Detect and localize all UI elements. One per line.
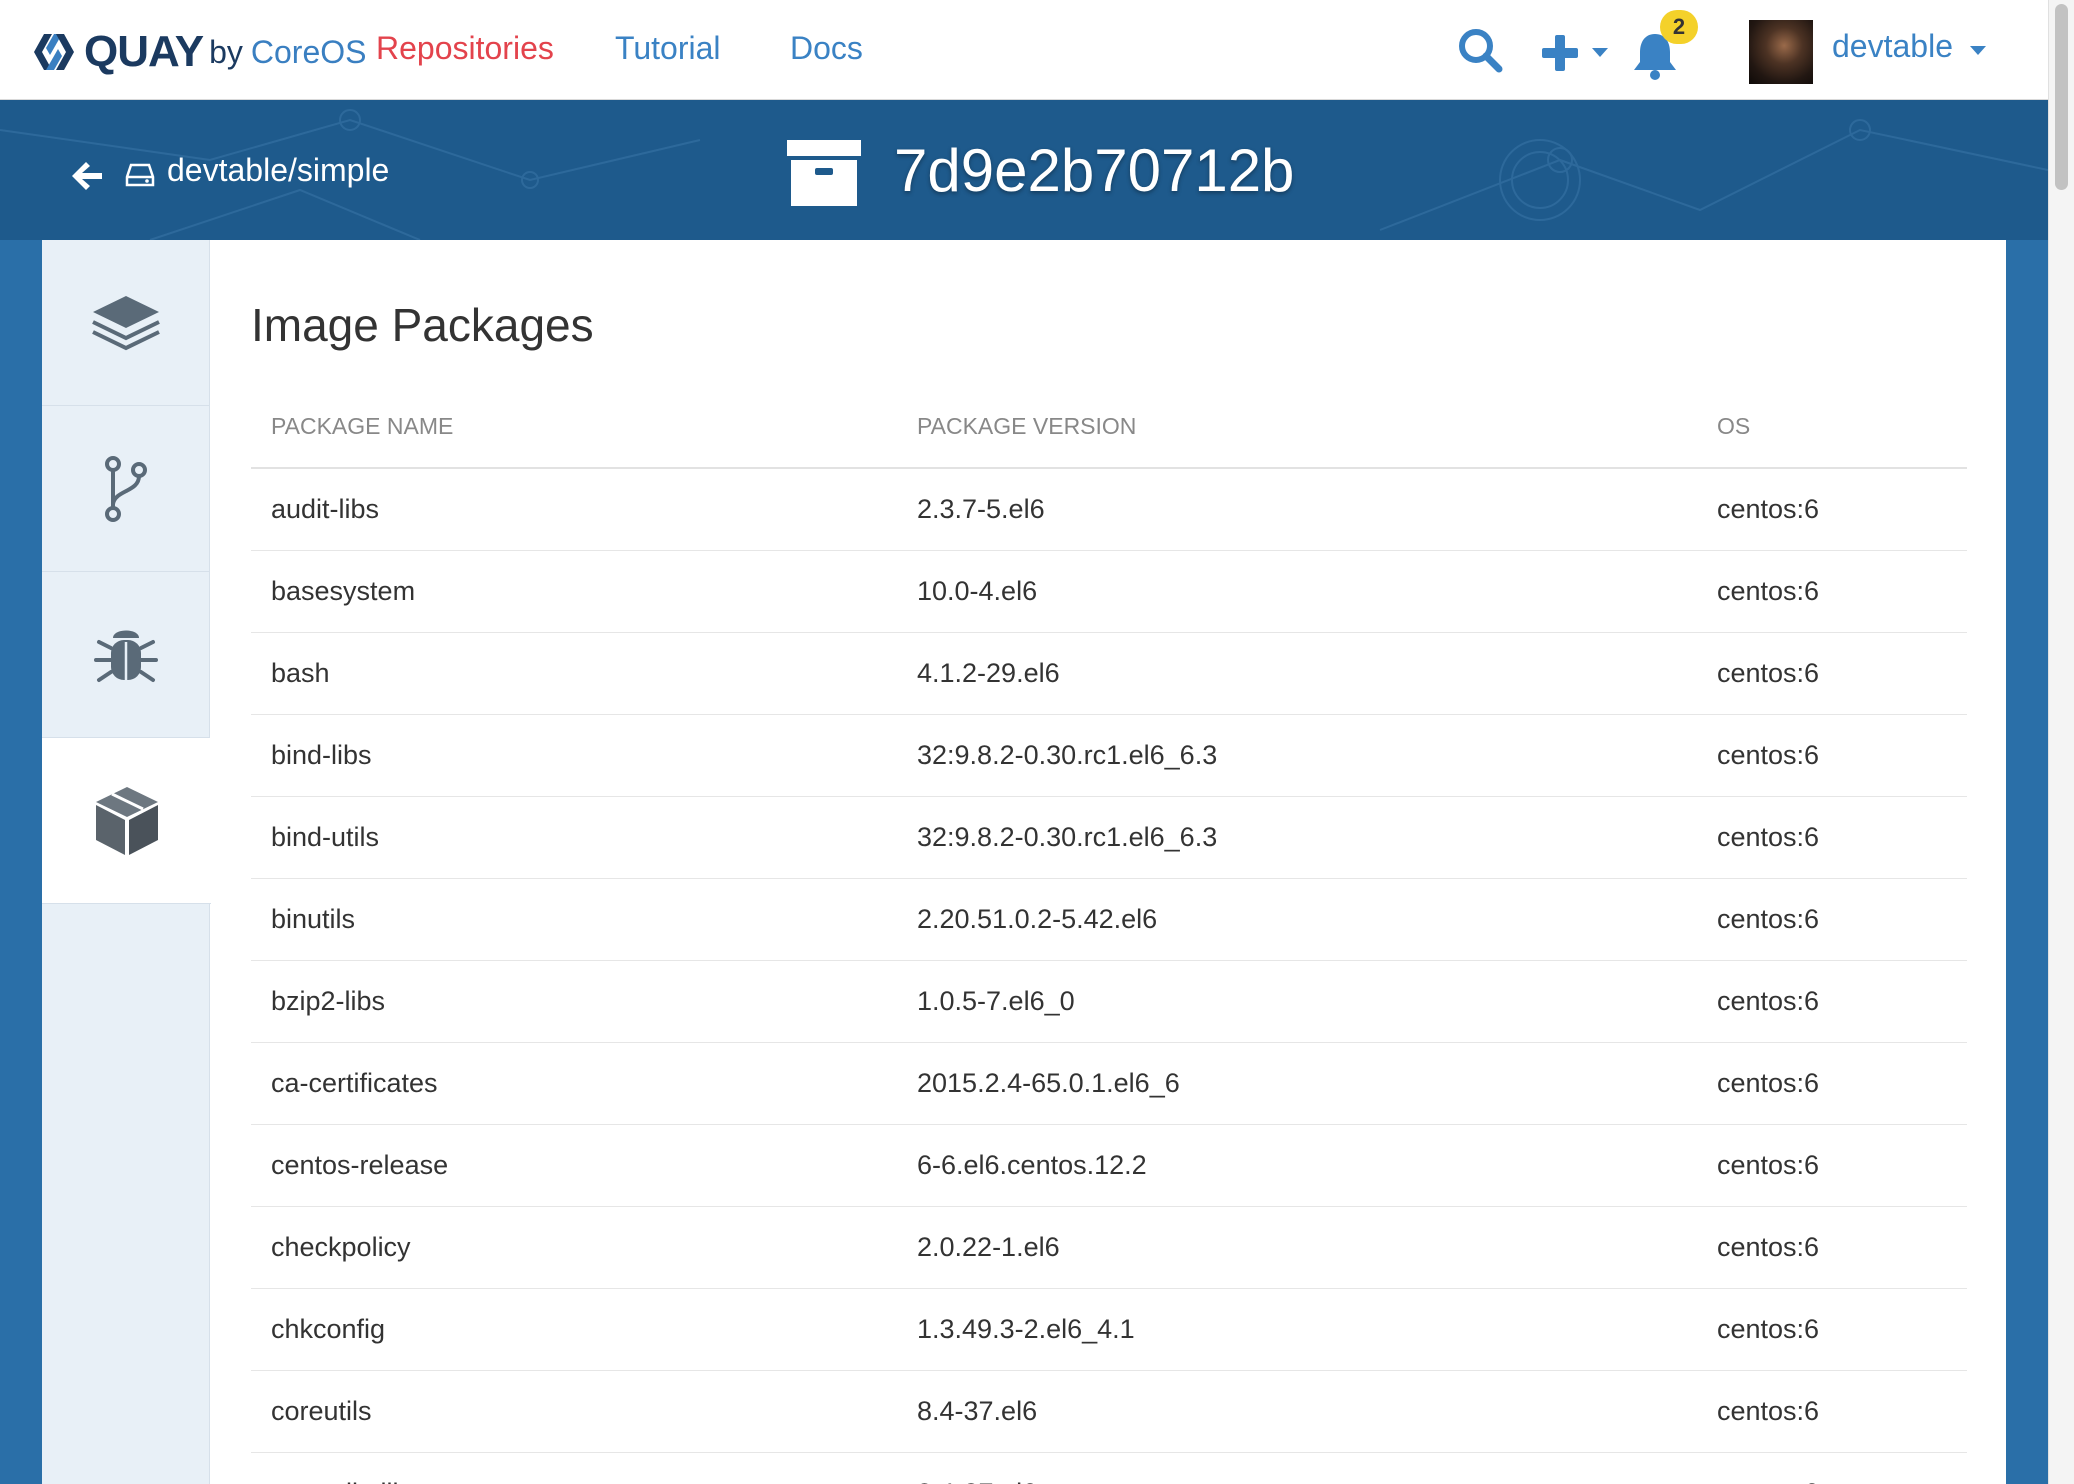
package-name-cell: binutils [251, 878, 897, 961]
table-row: basesystem 10.0-4.el6 centos:6 [251, 550, 1967, 633]
image-view-sidebar [42, 240, 211, 1484]
table-row: bind-utils 32:9.8.2-0.30.rc1.el6_6.3 cento… [251, 796, 1967, 879]
package-version-cell: 4.1.2-29.el6 [897, 632, 1697, 715]
package-os-cell: centos:6 [1697, 1370, 1967, 1453]
package-name-cell: ca-certificates [251, 1042, 897, 1125]
tab-history[interactable] [42, 406, 210, 572]
page-scrollbar[interactable] [2048, 0, 2074, 1484]
user-caret-down-icon[interactable] [1970, 46, 1986, 56]
package-name-cell: bind-libs [251, 714, 897, 797]
package-os-cell: centos:6 [1697, 878, 1967, 961]
column-header-package-version[interactable]: PACKAGE VERSION [897, 385, 1697, 469]
package-os-cell: centos:6 [1697, 1452, 1967, 1484]
table-header-row: PACKAGE NAME PACKAGE VERSION OS [251, 385, 1967, 469]
package-name-cell: chkconfig [251, 1288, 897, 1371]
nav-docs-link[interactable]: Docs [790, 30, 863, 67]
tab-layers[interactable] [42, 240, 210, 406]
package-name-cell: bind-utils [251, 796, 897, 879]
package-version-cell: 2.20.51.0.2-5.42.el6 [897, 878, 1697, 961]
package-version-cell: 2.3.7-5.el6 [897, 468, 1697, 551]
image-view-content: Image Packages PACKAGE NAME PACKAGE VERS… [42, 240, 2006, 1484]
package-os-cell: centos:6 [1697, 1206, 1967, 1289]
top-navbar: QUAY by CoreOS Repositories Tutorial Doc… [0, 0, 2048, 100]
package-os-cell: centos:6 [1697, 714, 1967, 797]
table-row: bind-libs 32:9.8.2-0.30.rc1.el6_6.3 centos… [251, 714, 1967, 797]
package-os-cell: centos:6 [1697, 550, 1967, 633]
package-version-cell: 2015.2.4-65.0.1.el6_6 [897, 1042, 1697, 1125]
package-version-cell: 1.3.49.3-2.el6_4.1 [897, 1288, 1697, 1371]
scrollbar-thumb[interactable] [2055, 4, 2068, 190]
package-version-cell: 10.0-4.el6 [897, 550, 1697, 633]
package-os-cell: centos:6 [1697, 796, 1967, 879]
package-version-cell: 1.0.5-7.el6_0 [897, 960, 1697, 1043]
user-menu-toggle[interactable]: devtable [1832, 28, 1953, 65]
brand-quay-text: QUAY [84, 27, 204, 76]
search-icon[interactable] [1456, 26, 1504, 74]
page-title: Image Packages [251, 299, 594, 351]
package-os-cell: centos:6 [1697, 1042, 1967, 1125]
caret-down-icon[interactable] [1592, 48, 1608, 58]
table-row: chkconfig 1.3.49.3-2.el6_4.1 centos:6 [251, 1288, 1967, 1371]
package-icon [95, 786, 158, 855]
table-row: bash 4.1.2-29.el6 centos:6 [251, 632, 1967, 715]
nav-tutorial-link[interactable]: Tutorial [615, 30, 721, 67]
repo-breadcrumb-link[interactable]: devtable/simple [167, 152, 389, 189]
quay-brand-link[interactable]: QUAY by CoreOS [32, 24, 366, 80]
table-row: audit-libs 2.3.7-5.el6 centos:6 [251, 468, 1967, 551]
branch-icon [105, 455, 147, 522]
package-os-cell: centos:6 [1697, 960, 1967, 1043]
package-os-cell: centos:6 [1697, 1124, 1967, 1207]
package-version-cell: 8.4-37.el6 [897, 1370, 1697, 1453]
package-os-cell: centos:6 [1697, 468, 1967, 551]
package-name-cell: bash [251, 632, 897, 715]
package-name-cell: basesystem [251, 550, 897, 633]
table-row: checkpolicy 2.0.22-1.el6 centos:6 [251, 1206, 1967, 1289]
package-version-cell: 2.0.22-1.el6 [897, 1206, 1697, 1289]
package-name-cell: centos-release [251, 1124, 897, 1207]
packages-table: PACKAGE NAME PACKAGE VERSION OS audit-li… [251, 385, 1967, 1484]
nav-repositories-link[interactable]: Repositories [376, 30, 554, 67]
package-version-cell: 32:9.8.2-0.30.rc1.el6_6.3 [897, 796, 1697, 879]
tab-packages[interactable] [42, 738, 211, 904]
package-name-cell: bzip2-libs [251, 960, 897, 1043]
tab-security[interactable] [42, 572, 210, 738]
table-row: centos-release 6-6.el6.centos.12.2 centos:… [251, 1124, 1967, 1207]
hard-drive-icon [125, 163, 155, 187]
archive-icon [787, 140, 861, 206]
table-row: binutils 2.20.51.0.2-5.42.el6 centos:6 [251, 878, 1967, 961]
brand-by-text: by [209, 33, 243, 70]
package-name-cell: audit-libs [251, 468, 897, 551]
table-row: bzip2-libs 1.0.5-7.el6_0 centos:6 [251, 960, 1967, 1043]
table-row: coreutils-libs8.4-37.el6centos:6 [251, 1452, 1967, 1484]
package-name-cell: coreutils-libs [251, 1452, 897, 1484]
column-header-package-name[interactable]: PACKAGE NAME [251, 385, 897, 469]
back-arrow-icon[interactable] [70, 160, 104, 192]
package-version-cell: 32:9.8.2-0.30.rc1.el6_6.3 [897, 714, 1697, 797]
image-header: devtable/simple 7d9e2b70712b [0, 100, 2048, 240]
package-name-cell: coreutils [251, 1370, 897, 1453]
image-id-title: 7d9e2b70712b [894, 137, 1295, 204]
package-name-cell: checkpolicy [251, 1206, 897, 1289]
package-version-cell: 6-6.el6.centos.12.2 [897, 1124, 1697, 1207]
package-version-cell: 8.4-37.el6 [897, 1452, 1697, 1484]
package-os-cell: centos:6 [1697, 1288, 1967, 1371]
avatar[interactable] [1749, 20, 1813, 84]
brand-coreos-text: CoreOS [250, 33, 367, 70]
plus-icon[interactable] [1540, 33, 1580, 73]
bug-icon [94, 630, 158, 682]
package-os-cell: centos:6 [1697, 632, 1967, 715]
table-row: coreutils 8.4-37.el6 centos:6 [251, 1370, 1967, 1453]
column-header-os[interactable]: OS [1697, 385, 1967, 469]
quay-logo-icon [34, 34, 74, 70]
layers-icon [92, 295, 160, 350]
table-row: ca-certificates 2015.2.4-65.0.1.el6_6 cent… [251, 1042, 1967, 1125]
notification-badge[interactable]: 2 [1660, 10, 1698, 44]
